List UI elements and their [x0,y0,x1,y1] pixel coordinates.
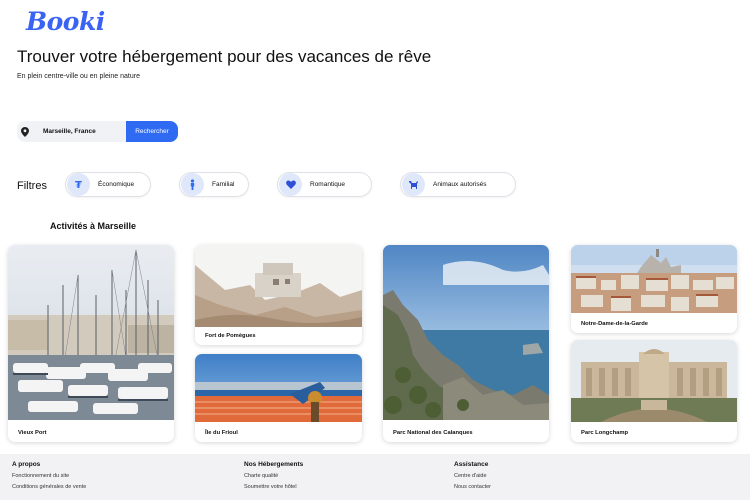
vieux-port-image [8,245,174,420]
footer-link[interactable]: Charte qualité [244,473,303,479]
family-icon [181,173,204,196]
filter-label: Animaux autorisés [433,181,487,188]
activity-card-calanques[interactable]: Parc National des Calanques [383,245,549,442]
card-caption: Fort de Pomègues [205,333,256,339]
footer-column-assistance: Assistance Centre d'aide Nous contacter [454,461,491,495]
filter-familial[interactable]: Familial [179,172,249,197]
filter-label: Romantique [310,181,346,188]
footer-link[interactable]: Fonctionnement du site [12,473,86,479]
filter-label: Familial [212,181,235,188]
card-caption: Parc Longchamp [581,430,629,436]
filters-label: Filtres [17,180,47,192]
heart-icon [279,173,302,196]
footer-link[interactable]: Centre d'aide [454,473,491,479]
page-title: Trouver votre hébergement pour des vacan… [17,47,432,66]
parc-longchamp-image [571,340,737,422]
filter-romantique[interactable]: Romantique [277,172,372,197]
footer-heading: Assistance [454,461,489,468]
card-caption: Notre-Dame-de-la-Garde [581,321,649,327]
calanques-image [383,245,549,420]
location-pin-icon [17,126,33,137]
footer: A propos Fonctionnement du site Conditio… [0,454,750,500]
activity-card-vieux-port[interactable]: Vieux Port [8,245,174,442]
search-input[interactable]: Marseille, France [43,128,96,135]
filter-animaux[interactable]: Animaux autorisés [400,172,516,197]
dog-icon [402,173,425,196]
footer-column-apropos: A propos Fonctionnement du site Conditio… [12,461,86,495]
fort-de-pomegues-image [195,245,362,327]
footer-link[interactable]: Conditions générales de vente [12,484,86,490]
activity-card-notre-dame[interactable]: Notre-Dame-de-la-Garde [571,245,737,333]
ile-du-frioul-image [195,354,362,422]
activity-card-parc-longchamp[interactable]: Parc Longchamp [571,340,737,442]
page-subtitle: En plein centre-ville ou en pleine natur… [17,73,140,80]
card-caption: Parc National des Calanques [393,430,473,436]
notre-dame-image [571,245,737,313]
search-field[interactable]: Marseille, France [17,121,127,142]
money-icon: ₮ [67,173,90,196]
footer-link[interactable]: Soumettre votre hôtel [244,484,303,490]
booki-logo[interactable]: Booki [26,7,105,36]
activities-title: Activités à Marseille [50,221,137,231]
footer-heading: Nos Hébergements [244,461,304,468]
svg-text:₮: ₮ [75,180,82,190]
footer-column-hebergements: Nos Hébergements Charte qualité Soumettr… [244,461,303,495]
filter-economique[interactable]: ₮ Économique [65,172,151,197]
activity-card-fort-de-pomegues[interactable]: Fort de Pomègues [195,245,362,345]
footer-link[interactable]: Nous contacter [454,484,491,490]
card-caption: Île du Frioul [205,430,238,436]
filter-label: Économique [98,181,135,188]
card-caption: Vieux Port [18,430,47,436]
footer-heading: A propos [12,461,41,468]
activity-card-ile-du-frioul[interactable]: Île du Frioul [195,354,362,442]
search-button[interactable]: Rechercher [126,121,178,142]
